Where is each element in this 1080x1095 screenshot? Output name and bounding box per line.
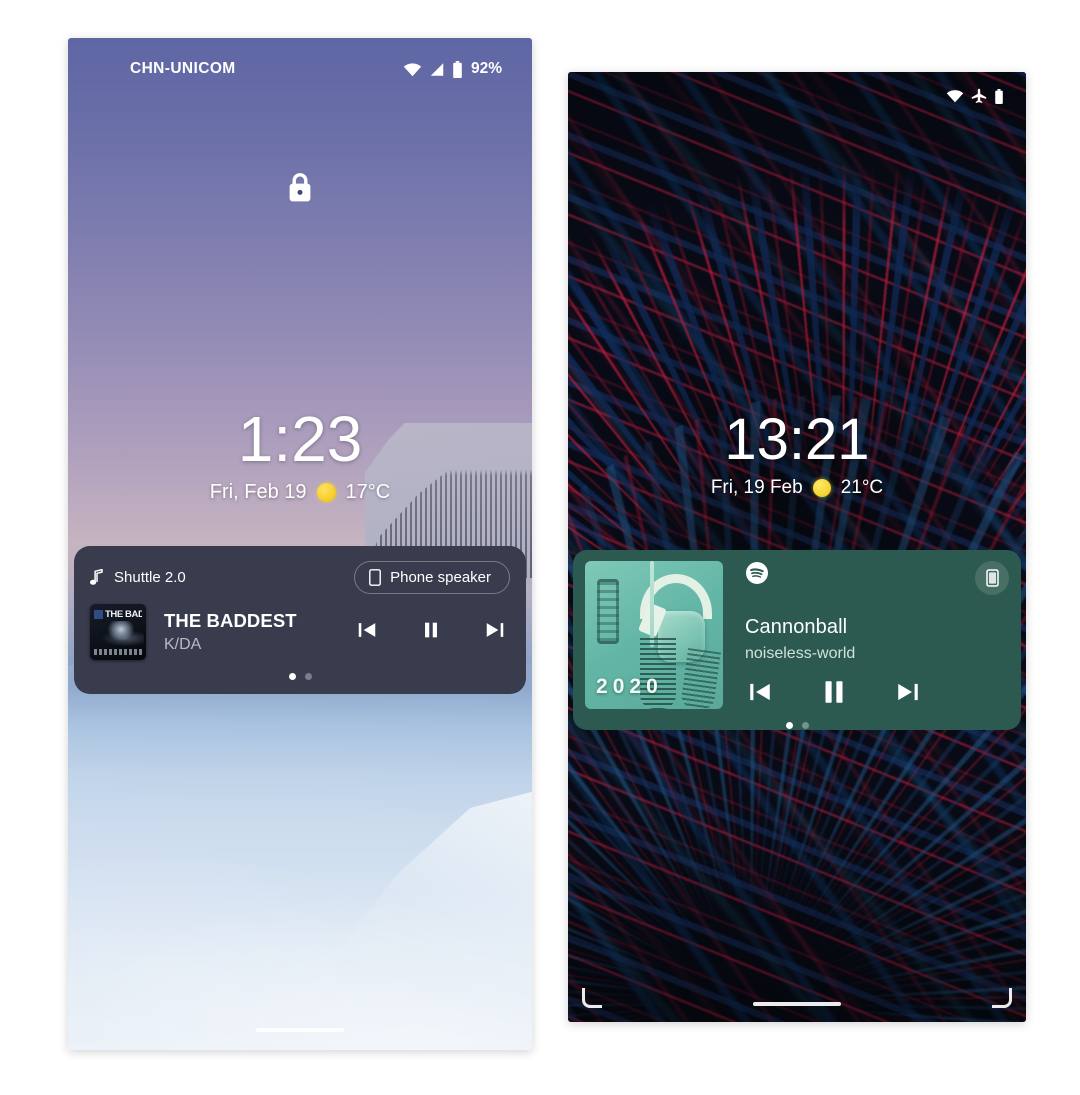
cellular-signal-icon xyxy=(430,62,444,76)
track-artist: noiseless-world xyxy=(745,645,856,662)
lock-screen-left: CHN-UNICOM 92% 1:23 Fri, Feb 19 17°C Shu… xyxy=(68,38,532,1050)
page-dot[interactable] xyxy=(801,722,809,729)
phone-icon xyxy=(369,568,381,586)
home-gesture-bar-right[interactable] xyxy=(753,1002,841,1006)
status-bar-left: CHN-UNICOM 92% xyxy=(68,38,532,100)
media-player-card-left[interactable]: Shuttle 2.0 Phone speaker THE BADDEST xyxy=(74,546,526,694)
page-dot-active[interactable] xyxy=(785,722,793,729)
temperature-label: 17°C xyxy=(345,481,391,504)
lock-icon xyxy=(285,171,315,210)
media-body-left: THE BADDEST THE BADDEST K/DA xyxy=(90,604,510,660)
album-art-left[interactable]: THE BADDEST xyxy=(90,604,146,660)
media-controls-left xyxy=(356,619,510,646)
status-bar-right xyxy=(568,72,1026,120)
date-weather-line: Fri, 19 Feb 21°C xyxy=(568,477,1026,499)
home-gesture-bar-left[interactable] xyxy=(256,1028,344,1032)
spotify-icon xyxy=(746,562,768,584)
status-icons-left: 92% xyxy=(403,60,502,78)
media-meta-right: Cannonball noiseless-world xyxy=(723,561,1009,712)
wallpaper-right xyxy=(568,72,1026,1022)
page-indicator-left xyxy=(90,673,510,680)
skip-previous-icon[interactable] xyxy=(356,619,378,646)
album-art-figure xyxy=(96,621,144,649)
phone-right: 13:21 Fri, 19 Feb 21°C 2020 Cannonball n… xyxy=(568,72,1026,1022)
media-app-name: Shuttle 2.0 xyxy=(114,568,186,586)
track-title: THE BADDEST xyxy=(164,610,297,631)
album-art-band: THE BADDEST xyxy=(94,609,142,620)
media-header-left: Shuttle 2.0 Phone speaker xyxy=(90,560,510,594)
skip-next-icon[interactable] xyxy=(895,679,921,710)
pause-icon[interactable] xyxy=(819,677,849,712)
media-body-right: 2020 Cannonball noiseless-world xyxy=(585,561,1009,712)
bottom-right-corner-mark xyxy=(992,988,1012,1008)
status-icons-right xyxy=(946,88,1004,104)
page-dot-active[interactable] xyxy=(288,673,296,680)
wallpaper-vignette xyxy=(568,72,1026,1022)
clock-time: 1:23 xyxy=(237,403,363,475)
page-dot[interactable] xyxy=(304,673,312,680)
pause-icon[interactable] xyxy=(420,619,442,646)
album-art-footer-text xyxy=(94,649,142,655)
carrier-label: CHN-UNICOM xyxy=(130,60,236,77)
sunny-icon xyxy=(316,483,336,503)
output-device-chip[interactable]: Phone speaker xyxy=(354,560,510,594)
album-art-year-label: 2020 xyxy=(596,674,663,698)
date-label: Fri, 19 Feb xyxy=(710,476,803,498)
media-controls-right xyxy=(745,677,1009,712)
airplane-mode-icon xyxy=(971,88,987,104)
lock-screen-right: 13:21 Fri, 19 Feb 21°C 2020 Cannonball n… xyxy=(568,72,1026,1022)
wifi-icon xyxy=(403,62,422,76)
temperature-label: 21°C xyxy=(840,476,884,498)
skip-next-icon[interactable] xyxy=(484,619,506,646)
date-weather-line: Fri, Feb 19 17°C xyxy=(68,481,532,504)
phone-left: CHN-UNICOM 92% 1:23 Fri, Feb 19 17°C Shu… xyxy=(68,38,532,1050)
clock-block-right: 13:21 Fri, 19 Feb 21°C xyxy=(568,407,1026,499)
cast-phone-icon[interactable] xyxy=(975,561,1009,595)
track-artist: K/DA xyxy=(164,636,202,653)
screenshot-canvas: CHN-UNICOM 92% 1:23 Fri, Feb 19 17°C Shu… xyxy=(0,0,1080,1095)
date-label: Fri, Feb 19 xyxy=(209,481,307,504)
media-header-right xyxy=(745,561,1009,595)
output-device-label: Phone speaker xyxy=(390,568,491,586)
media-player-card-right[interactable]: 2020 Cannonball noiseless-world xyxy=(573,550,1021,730)
clock-block-left: 1:23 Fri, Feb 19 17°C xyxy=(68,403,532,504)
page-indicator-right xyxy=(585,722,1009,729)
album-art-clip xyxy=(597,578,620,644)
battery-icon xyxy=(995,88,1003,104)
album-art-coiled-cable-2 xyxy=(680,647,722,709)
media-meta-left: THE BADDEST K/DA xyxy=(164,610,356,654)
battery-percent-label: 92% xyxy=(470,60,502,77)
sunny-icon xyxy=(812,478,831,497)
battery-icon xyxy=(453,60,462,78)
album-art-title: THE BADDEST xyxy=(105,609,142,620)
clock-time: 13:21 xyxy=(724,407,870,472)
album-art-cord xyxy=(649,561,654,647)
album-art-right[interactable]: 2020 xyxy=(585,561,723,709)
media-app-left: Shuttle 2.0 xyxy=(90,568,186,586)
wifi-icon xyxy=(946,90,964,103)
track-title: Cannonball xyxy=(745,616,848,638)
music-note-icon xyxy=(90,568,103,585)
skip-previous-icon[interactable] xyxy=(747,679,773,710)
bottom-left-corner-mark xyxy=(582,988,602,1008)
album-art-square xyxy=(94,610,103,619)
